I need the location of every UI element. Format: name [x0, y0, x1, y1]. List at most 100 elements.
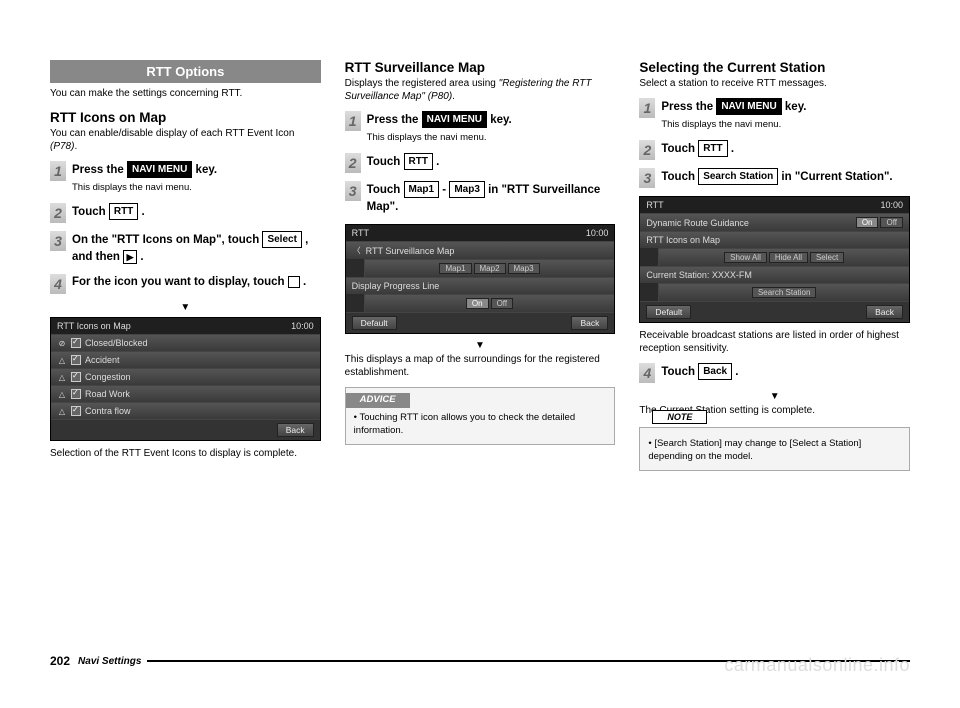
event-icon: △ — [57, 407, 67, 416]
back-caret-icon: 〈 — [352, 245, 362, 256]
col2-step-2: 2 Touch RTT . — [345, 153, 616, 173]
toggle-on: On — [466, 298, 489, 309]
step-text: . — [300, 276, 306, 288]
row-label: Congestion — [85, 372, 131, 382]
page-section: Navi Settings — [78, 656, 141, 667]
desc-end: . — [452, 91, 455, 102]
search-station-button: Search Station — [752, 287, 816, 298]
row-label: Accident — [85, 355, 120, 365]
step-text: - — [439, 184, 449, 196]
col3-step-2: 2 Touch RTT . — [639, 140, 910, 160]
row-label: Contra flow — [85, 406, 131, 416]
col3-step-1: 1 Press the NAVI MENU key. This displays… — [639, 98, 910, 132]
advice-text: • Touching RTT icon allows you to check … — [354, 412, 607, 438]
step-number: 2 — [345, 153, 361, 173]
col3-mid-text: Receivable broadcast stations are listed… — [639, 329, 910, 355]
toggle-on: On — [856, 217, 879, 228]
step-text: Touch — [661, 366, 698, 378]
rtt-surveillance-desc: Displays the registered area using "Regi… — [345, 77, 616, 103]
screen-default-button: Default — [646, 305, 691, 319]
row-label: RTT Surveillance Map — [366, 246, 455, 256]
note-box: NOTE • [Search Station] may change to [S… — [639, 427, 910, 471]
row-label: Current Station: XXXX-FM — [646, 270, 752, 280]
select-key: Select — [262, 231, 301, 248]
watermark: carmanualsonline.info — [724, 655, 910, 676]
step-number: 3 — [639, 168, 655, 188]
map1-key: Map1 — [404, 181, 440, 198]
checkbox-icon — [71, 355, 81, 365]
rtt-icons-desc-end: . — [74, 141, 77, 152]
rtt-icons-desc-text: You can enable/disable display of each R… — [50, 128, 294, 139]
step-number: 3 — [50, 231, 66, 251]
rtt-icons-on-map-heading: RTT Icons on Map — [50, 110, 321, 125]
screen-back-button: Back — [277, 423, 314, 437]
step-text: . — [138, 206, 144, 218]
step-text: Press the — [661, 101, 716, 113]
rtt-key: RTT — [698, 140, 727, 157]
selecting-current-station-heading: Selecting the Current Station — [639, 60, 910, 75]
hide-all-button: Hide All — [769, 252, 808, 263]
col3-step-3: 3 Touch Search Station in "Current Stati… — [639, 168, 910, 188]
navi-menu-key: NAVI MENU — [127, 161, 192, 178]
row-label: Road Work — [85, 389, 130, 399]
down-arrow-icon: ▼ — [639, 391, 910, 402]
advice-box: ADVICE • Touching RTT icon allows you to… — [345, 387, 616, 444]
step-text: On the "RTT Icons on Map", touch — [72, 234, 262, 246]
col1-step-2: 2 Touch RTT . — [50, 203, 321, 223]
step-number: 1 — [639, 98, 655, 118]
rtt-options-intro: You can make the settings concerning RTT… — [50, 87, 321, 100]
screen-time: 10:00 — [880, 200, 903, 210]
step-text: key. — [192, 164, 217, 176]
screen-back-button: Back — [866, 305, 903, 319]
col1-conclusion: Selection of the RTT Event Icons to disp… — [50, 447, 321, 460]
toggle-off: Off — [880, 217, 903, 228]
col2-step-1: 1 Press the NAVI MENU key. This displays… — [345, 111, 616, 145]
rtt-key: RTT — [404, 153, 433, 170]
step-text: Touch — [367, 184, 404, 196]
step-subtext: This displays the navi menu. — [661, 118, 910, 132]
checkbox-icon — [71, 372, 81, 382]
step-text: Press the — [72, 164, 127, 176]
step-number: 4 — [639, 363, 655, 383]
event-icon: ⊘ — [57, 339, 67, 348]
screen-time: 10:00 — [586, 228, 609, 238]
step-number: 1 — [345, 111, 361, 131]
step-text: . — [137, 251, 143, 263]
column-1: RTT Options You can make the settings co… — [50, 60, 321, 471]
navi-menu-key: NAVI MENU — [716, 98, 781, 115]
row-label: Dynamic Route Guidance — [646, 218, 749, 228]
col3-step-4: 4 Touch Back . — [639, 363, 910, 383]
down-arrow-icon: ▼ — [345, 340, 616, 351]
step-text: Touch — [72, 206, 109, 218]
note-label: NOTE — [652, 410, 707, 424]
col1-step-4: 4 For the icon you want to display, touc… — [50, 274, 321, 294]
step-number: 1 — [50, 161, 66, 181]
step-text: Touch — [367, 156, 404, 168]
rtt-key: RTT — [109, 203, 138, 220]
col1-step-1: 1 Press the NAVI MENU key. This displays… — [50, 161, 321, 195]
selecting-current-station-desc: Select a station to receive RTT messages… — [639, 77, 910, 90]
column-3: Selecting the Current Station Select a s… — [639, 60, 910, 471]
screen-title: RTT Icons on Map — [57, 321, 131, 331]
page-number: 202 — [50, 654, 70, 668]
screen-default-button: Default — [352, 316, 397, 330]
rtt-options-header: RTT Options — [50, 60, 321, 83]
step-text: . — [433, 156, 439, 168]
rtt-icons-desc: You can enable/disable display of each R… — [50, 127, 321, 153]
event-icon: △ — [57, 356, 67, 365]
navi-menu-key: NAVI MENU — [422, 111, 487, 128]
checkbox-icon — [71, 338, 81, 348]
step-text: For the icon you want to display, touch — [72, 276, 288, 288]
map-button: Map2 — [474, 263, 506, 274]
select-button: Select — [810, 252, 844, 263]
step-number: 2 — [50, 203, 66, 223]
show-all-button: Show All — [724, 252, 767, 263]
step-number: 3 — [345, 181, 361, 201]
screen-rtt-icons-on-map: RTT Icons on Map 10:00 ⊘Closed/Blocked △… — [50, 317, 321, 441]
toggle-off: Off — [491, 298, 514, 309]
col2-step-3: 3 Touch Map1 - Map3 in "RTT Surveillance… — [345, 181, 616, 216]
note-text: • [Search Station] may change to [Select… — [648, 438, 901, 464]
checkbox-key — [288, 276, 300, 288]
screen-current-station: RTT 10:00 Dynamic Route Guidance On Off … — [639, 196, 910, 323]
note-text-content: [Search Station] may change to [Select a… — [648, 438, 861, 462]
